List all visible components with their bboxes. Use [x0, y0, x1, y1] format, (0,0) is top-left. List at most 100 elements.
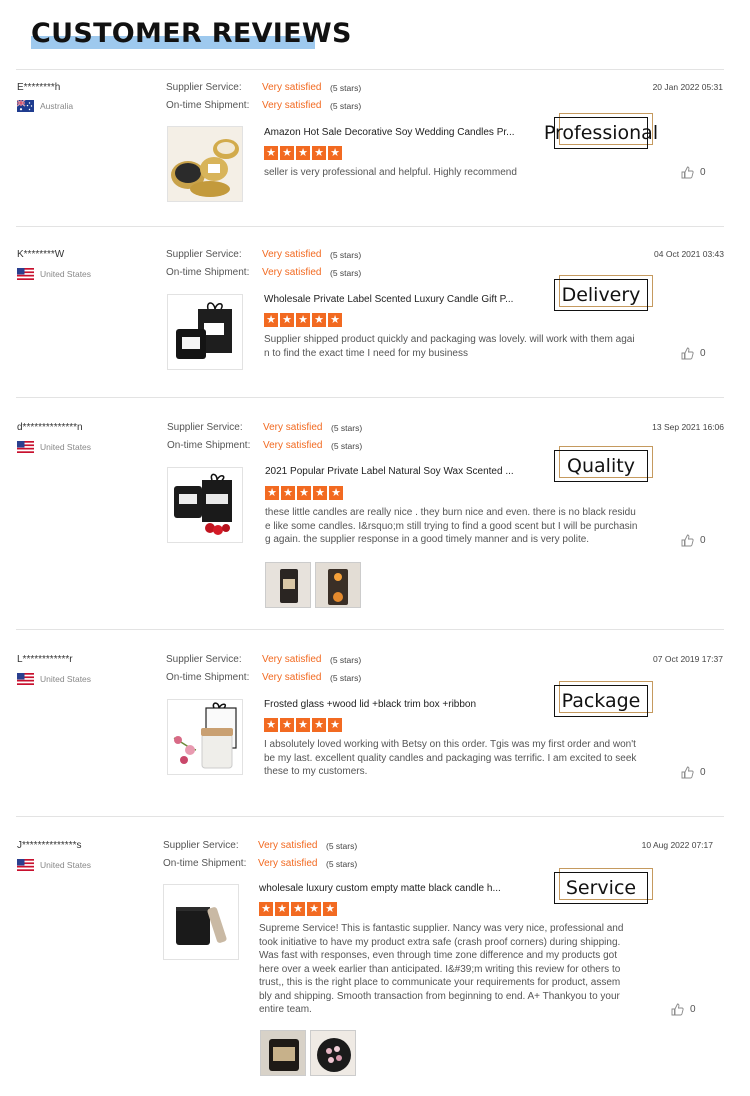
country-name: United States [40, 860, 92, 870]
rating-stars: ★ ★ ★ ★ ★ [259, 902, 337, 916]
review-date: 20 Jan 2022 05:31 [652, 82, 723, 92]
star-icon: ★ [259, 902, 273, 916]
product-title[interactable]: 2021 Popular Private Label Natural Soy W… [265, 466, 514, 477]
star-icon: ★ [312, 718, 326, 732]
supplier-service-stars: (5 stars) [330, 83, 362, 93]
review-photo[interactable] [265, 562, 311, 608]
supplier-service-stars: (5 stars) [330, 655, 362, 665]
supplier-service-stars: (5 stars) [331, 423, 363, 433]
star-icon: ★ [297, 486, 311, 500]
supplier-service-rating: Very satisfied [262, 654, 322, 665]
thumbs-up-icon [681, 534, 694, 547]
star-icon: ★ [291, 902, 305, 916]
review-tag-label: Delivery [561, 284, 641, 306]
australia-flag-icon [17, 100, 34, 112]
customer-photo-image [266, 563, 310, 607]
star-icon: ★ [281, 486, 295, 500]
review-photo[interactable] [260, 1030, 306, 1076]
like-button[interactable]: 0 [681, 347, 706, 360]
reviewer-username: J**************s [17, 840, 82, 851]
divider [16, 226, 724, 227]
review-tag: Quality [554, 446, 653, 486]
ontime-shipment-label: On-time Shipment: [166, 672, 250, 683]
black-candle-jar-image [164, 885, 238, 959]
customer-photo-image [261, 1031, 305, 1075]
star-icon: ★ [307, 902, 321, 916]
star-icon: ★ [312, 313, 326, 327]
us-flag-icon [17, 268, 34, 280]
product-thumbnail[interactable] [167, 294, 243, 370]
thumbs-up-icon [671, 1003, 684, 1016]
like-count: 0 [700, 348, 706, 359]
ontime-shipment-rating: Very satisfied [263, 440, 323, 451]
reviewer-country: United States [17, 859, 91, 871]
supplier-service-label: Supplier Service: [163, 840, 239, 851]
country-name: United States [40, 269, 92, 279]
divider [16, 816, 724, 817]
thumbs-up-icon [681, 166, 694, 179]
review-photo[interactable] [315, 562, 361, 608]
supplier-service-stars: (5 stars) [330, 250, 362, 260]
country-name: United States [40, 442, 92, 452]
like-button[interactable]: 0 [681, 766, 706, 779]
like-button[interactable]: 0 [681, 166, 706, 179]
like-button[interactable]: 0 [671, 1003, 696, 1016]
ontime-shipment-rating: Very satisfied [262, 672, 322, 683]
country-name: Australia [40, 101, 74, 111]
candle-tins-image [168, 127, 242, 201]
like-count: 0 [700, 535, 706, 546]
review-tag: Package [554, 681, 653, 721]
candle-box-roses-image [168, 468, 242, 542]
review-comment: seller is very professional and helpful.… [264, 167, 517, 178]
reviewer-username: L************r [17, 654, 73, 665]
supplier-service-label: Supplier Service: [166, 82, 242, 93]
rating-stars: ★ ★ ★ ★ ★ [264, 313, 342, 327]
star-icon: ★ [312, 146, 326, 160]
reviewer-country: Australia [17, 100, 73, 112]
star-icon: ★ [329, 486, 343, 500]
product-title[interactable]: Wholesale Private Label Scented Luxury C… [264, 294, 513, 305]
product-thumbnail[interactable] [163, 884, 239, 960]
review-tag-label: Service [565, 877, 637, 899]
supplier-service-rating: Very satisfied [263, 422, 323, 433]
review-date: 04 Oct 2021 03:43 [654, 249, 724, 259]
ontime-shipment-rating: Very satisfied [262, 100, 322, 111]
customer-photo-image [311, 1031, 355, 1075]
product-title[interactable]: Frosted glass +wood lid +black trim box … [264, 699, 476, 710]
product-thumbnail[interactable] [167, 126, 243, 202]
like-button[interactable]: 0 [681, 534, 706, 547]
reviewer-username: E********h [17, 82, 61, 93]
star-icon: ★ [264, 718, 278, 732]
star-icon: ★ [264, 146, 278, 160]
like-count: 0 [700, 767, 706, 778]
ontime-shipment-label: On-time Shipment: [166, 267, 250, 278]
review-tag-label: Package [561, 690, 641, 712]
ontime-shipment-rating: Very satisfied [258, 858, 318, 869]
divider [16, 69, 724, 70]
star-icon: ★ [296, 718, 310, 732]
review-date: 13 Sep 2021 16:06 [652, 422, 724, 432]
rating-stars: ★ ★ ★ ★ ★ [264, 718, 342, 732]
ontime-shipment-label: On-time Shipment: [167, 440, 251, 451]
star-icon: ★ [275, 902, 289, 916]
star-icon: ★ [264, 313, 278, 327]
candle-giftbox-image [168, 295, 242, 369]
reviewer-username: K********W [17, 249, 65, 260]
product-title[interactable]: Amazon Hot Sale Decorative Soy Wedding C… [264, 127, 515, 138]
supplier-service-rating: Very satisfied [262, 82, 322, 93]
review-photo[interactable] [310, 1030, 356, 1076]
star-icon: ★ [328, 718, 342, 732]
ontime-shipment-rating: Very satisfied [262, 267, 322, 278]
ontime-shipment-label: On-time Shipment: [166, 100, 250, 111]
product-thumbnail[interactable] [167, 699, 243, 775]
thumbs-up-icon [681, 766, 694, 779]
product-title[interactable]: wholesale luxury custom empty matte blac… [259, 883, 501, 894]
star-icon: ★ [296, 146, 310, 160]
review-date: 10 Aug 2022 07:17 [641, 840, 713, 850]
customer-photo-image [316, 563, 360, 607]
star-icon: ★ [280, 313, 294, 327]
product-thumbnail[interactable] [167, 467, 243, 543]
supplier-service-stars: (5 stars) [326, 841, 358, 851]
us-flag-icon [17, 859, 34, 871]
review-tag: Professional [544, 113, 658, 153]
